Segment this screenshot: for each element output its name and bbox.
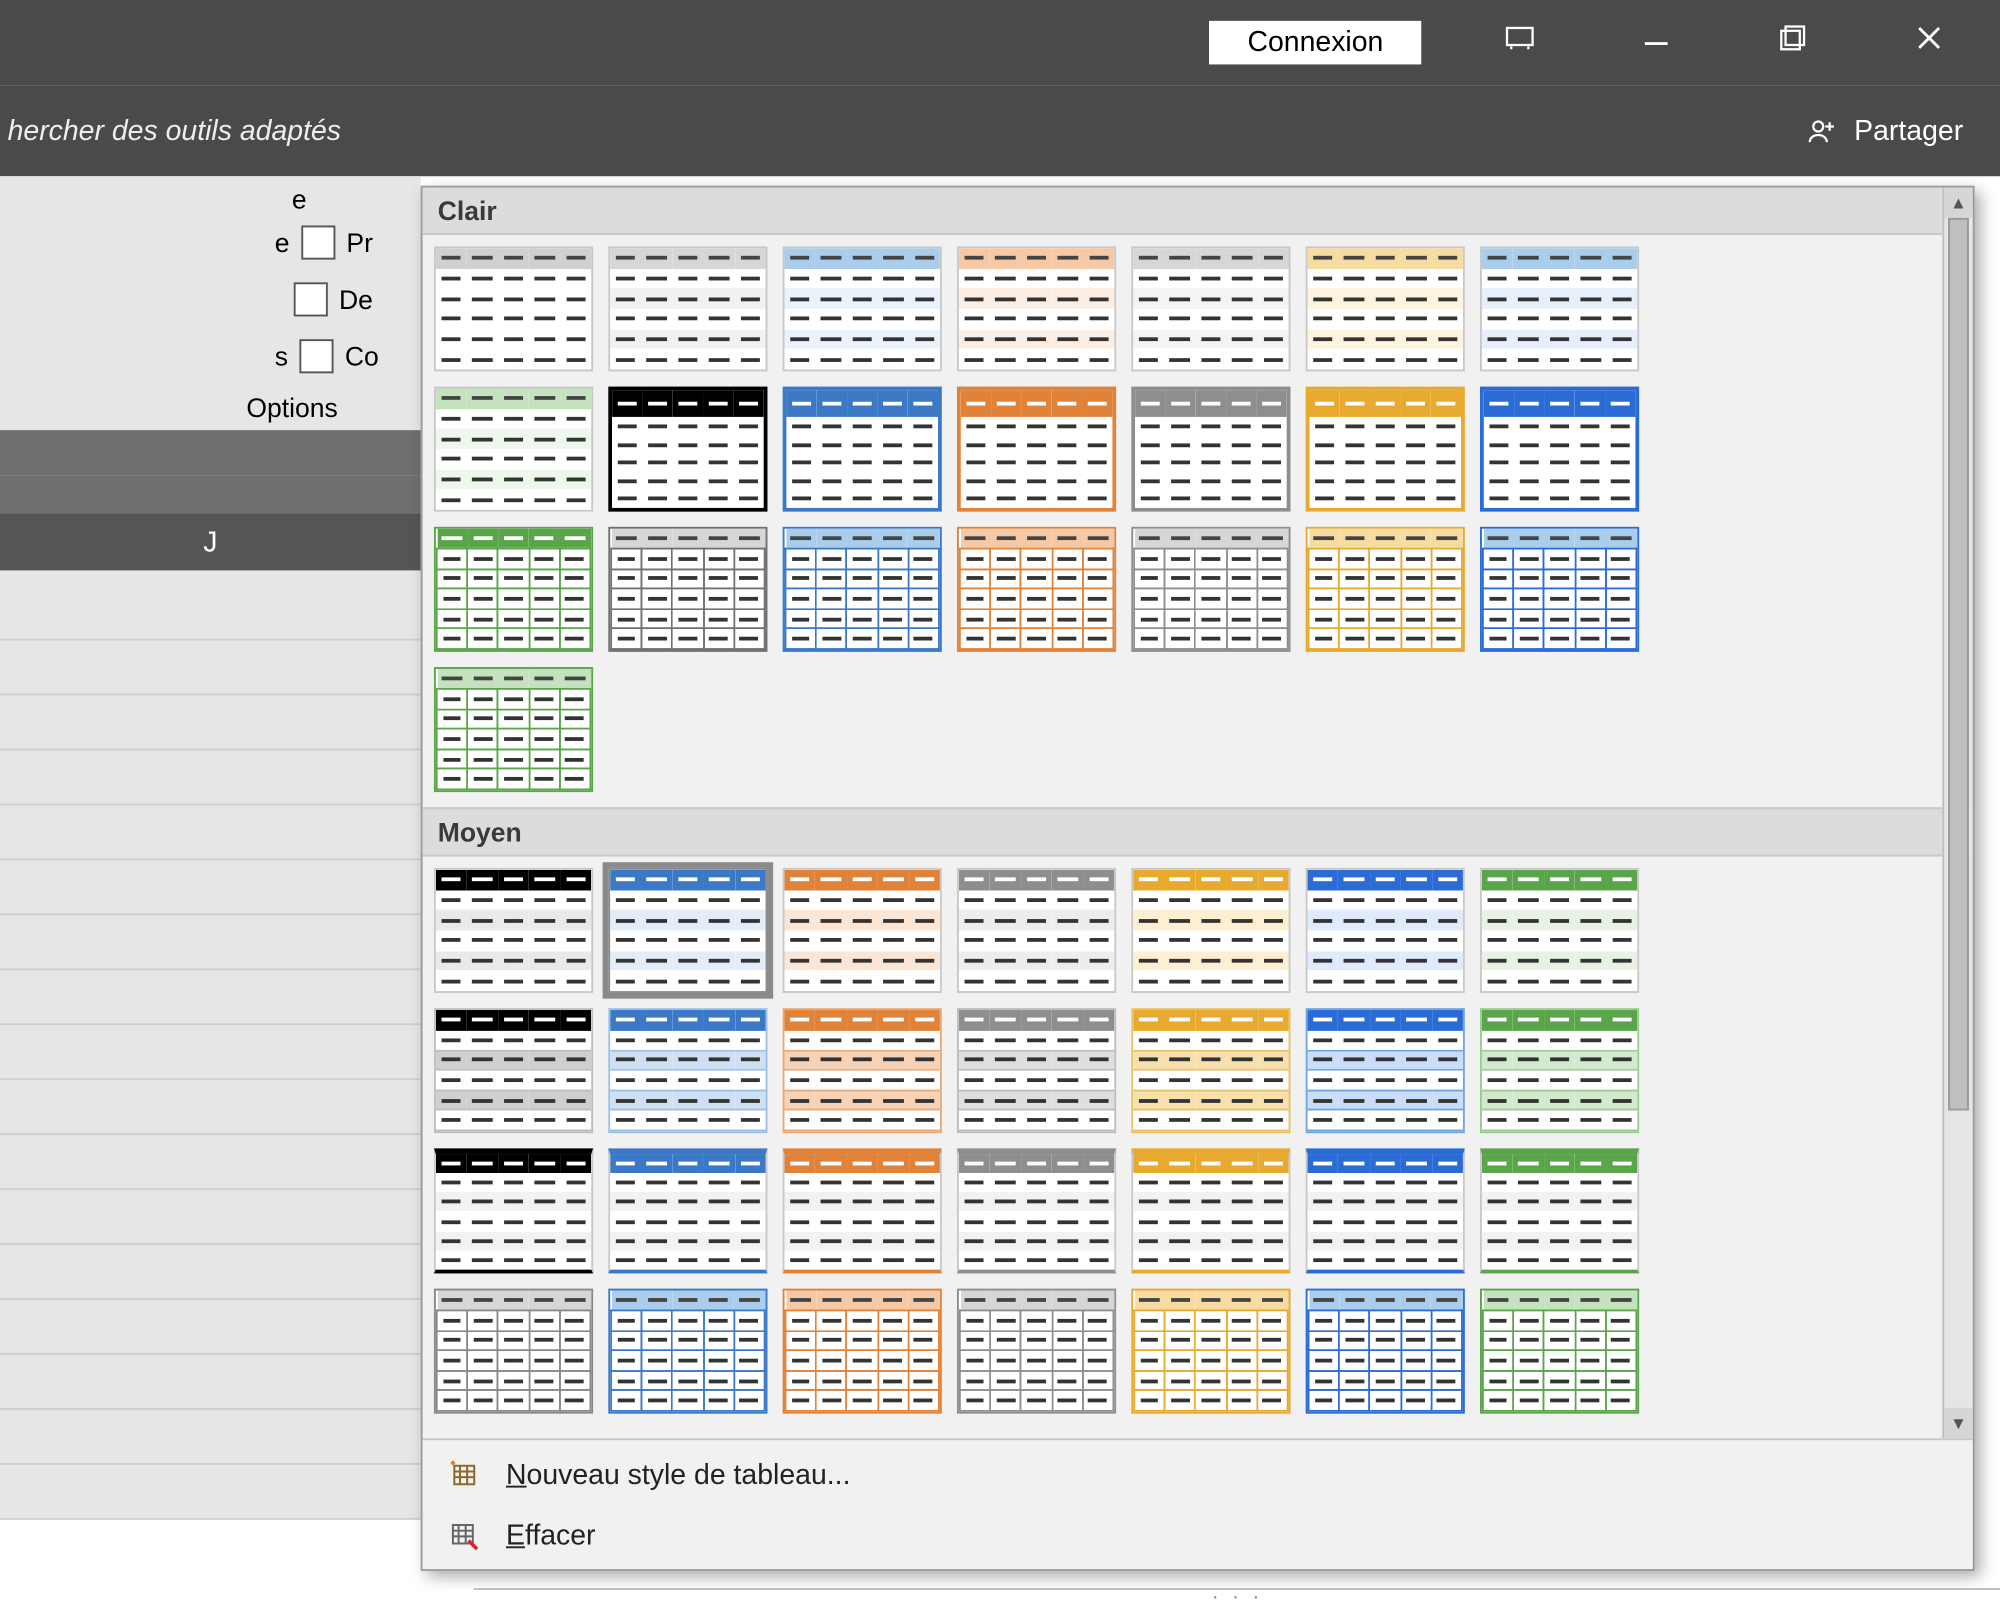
table-style-thumb[interactable] — [957, 1289, 1116, 1414]
gallery-row — [434, 868, 1961, 993]
share-label: Partager — [1854, 115, 1963, 147]
new-table-style-icon — [445, 1455, 483, 1493]
table-style-thumb[interactable] — [783, 246, 942, 371]
table-styles-gallery: Clair Moyen ▲ ▼ Nouveau style de tableau.… — [421, 186, 1975, 1571]
clear-style-icon — [445, 1516, 483, 1554]
option-label-1: Pr — [346, 227, 373, 257]
table-style-thumb[interactable] — [1306, 246, 1465, 371]
table-style-options-group: e e Pr De s Co Options J — [0, 176, 421, 1520]
table-style-thumb[interactable] — [434, 1008, 593, 1133]
table-style-thumb[interactable] — [1480, 1008, 1639, 1133]
table-style-thumb[interactable] — [1480, 1148, 1639, 1273]
scroll-thumb[interactable] — [1948, 218, 1969, 1111]
table-style-thumb[interactable] — [957, 246, 1116, 371]
table-style-thumb[interactable] — [1306, 1289, 1465, 1414]
option-checkbox-3[interactable] — [299, 339, 333, 373]
table-style-thumb[interactable] — [1480, 246, 1639, 371]
scroll-up-button[interactable]: ▲ — [1944, 188, 1972, 218]
signin-button[interactable]: Connexion — [1210, 21, 1422, 65]
close-button[interactable] — [1891, 21, 1967, 65]
table-style-thumb[interactable] — [1480, 868, 1639, 993]
table-style-thumb[interactable] — [783, 1008, 942, 1133]
gallery-scrollbar[interactable]: ▲ ▼ — [1942, 188, 1972, 1439]
table-style-thumb[interactable] — [434, 527, 593, 652]
table-style-thumb[interactable] — [1306, 387, 1465, 512]
worksheet-cells[interactable] — [0, 586, 421, 1520]
table-style-thumb[interactable] — [608, 868, 767, 993]
gallery-row — [434, 387, 1961, 512]
table-style-thumb[interactable] — [783, 387, 942, 512]
table-style-thumb[interactable] — [957, 1148, 1116, 1273]
clear-style-label: Effacer — [506, 1519, 596, 1551]
table-style-thumb[interactable] — [608, 1148, 767, 1273]
table-style-thumb[interactable] — [957, 387, 1116, 512]
table-style-thumb[interactable] — [1131, 527, 1290, 652]
table-style-thumb[interactable] — [957, 1008, 1116, 1133]
table-style-thumb[interactable] — [434, 868, 593, 993]
table-style-thumb[interactable] — [1306, 1148, 1465, 1273]
gallery-section-header: Moyen — [423, 807, 1973, 856]
option-label-3: Co — [345, 341, 379, 371]
table-style-thumb[interactable] — [434, 1148, 593, 1273]
table-style-thumb[interactable] — [608, 246, 767, 371]
minimize-button[interactable] — [1618, 21, 1694, 65]
table-style-thumb[interactable] — [434, 246, 593, 371]
table-style-thumb[interactable] — [434, 1289, 593, 1414]
table-style-thumb[interactable] — [783, 868, 942, 993]
table-style-thumb[interactable] — [434, 387, 593, 512]
clear-style-item[interactable]: Effacer — [423, 1505, 1973, 1566]
gallery-row — [434, 667, 1961, 792]
options-group-label: Options — [0, 381, 421, 430]
gallery-row — [434, 1148, 1961, 1273]
maximize-button[interactable] — [1755, 21, 1831, 65]
table-style-thumb[interactable] — [783, 527, 942, 652]
gallery-row — [434, 1008, 1961, 1133]
option-checkbox-1[interactable] — [301, 226, 335, 260]
table-style-thumb[interactable] — [608, 1008, 767, 1133]
gallery-row — [434, 1289, 1961, 1414]
table-style-thumb[interactable] — [608, 387, 767, 512]
new-table-style-label: Nouveau style de tableau... — [506, 1458, 851, 1490]
table-style-thumb[interactable] — [1306, 527, 1465, 652]
table-style-thumb[interactable] — [783, 1289, 942, 1414]
option-checkbox-2[interactable] — [294, 282, 328, 316]
window-titlebar: Connexion — [0, 0, 2000, 85]
table-style-thumb[interactable] — [1131, 1008, 1290, 1133]
share-button[interactable]: Partager — [1805, 114, 1963, 148]
table-style-thumb[interactable] — [1131, 387, 1290, 512]
table-style-thumb[interactable] — [608, 1289, 767, 1414]
sheet-split-handle[interactable]: · · · — [474, 1588, 2000, 1603]
table-style-thumb[interactable] — [1306, 868, 1465, 993]
gallery-footer: Nouveau style de tableau... Effacer — [423, 1438, 1973, 1569]
table-style-thumb[interactable] — [1131, 246, 1290, 371]
scroll-down-button[interactable]: ▼ — [1944, 1408, 1972, 1438]
table-style-thumb[interactable] — [1480, 387, 1639, 512]
new-table-style-item[interactable]: Nouveau style de tableau... — [423, 1444, 1973, 1505]
table-style-thumb[interactable] — [957, 527, 1116, 652]
table-style-thumb[interactable] — [1480, 1289, 1639, 1414]
select-all-corner[interactable] — [0, 430, 421, 475]
scroll-track[interactable] — [1944, 218, 1972, 1408]
ribbon-bar: hercher des outils adaptés Partager — [0, 85, 2000, 176]
tell-me-search[interactable]: hercher des outils adaptés — [8, 115, 341, 147]
gallery-section-header: Clair — [423, 188, 1973, 235]
column-header[interactable]: J — [0, 514, 421, 571]
table-style-thumb[interactable] — [608, 527, 767, 652]
table-style-thumb[interactable] — [1131, 1289, 1290, 1414]
gallery-row — [434, 246, 1961, 371]
table-style-thumb[interactable] — [957, 868, 1116, 993]
table-style-thumb[interactable] — [1131, 1148, 1290, 1273]
table-style-thumb[interactable] — [1131, 868, 1290, 993]
table-style-thumb[interactable] — [1306, 1008, 1465, 1133]
gallery-row — [434, 527, 1961, 652]
table-style-thumb[interactable] — [434, 667, 593, 792]
table-style-thumb[interactable] — [1480, 527, 1639, 652]
display-mode-icon[interactable] — [1482, 21, 1558, 65]
table-style-thumb[interactable] — [783, 1148, 942, 1273]
option-label-2: De — [339, 284, 373, 314]
